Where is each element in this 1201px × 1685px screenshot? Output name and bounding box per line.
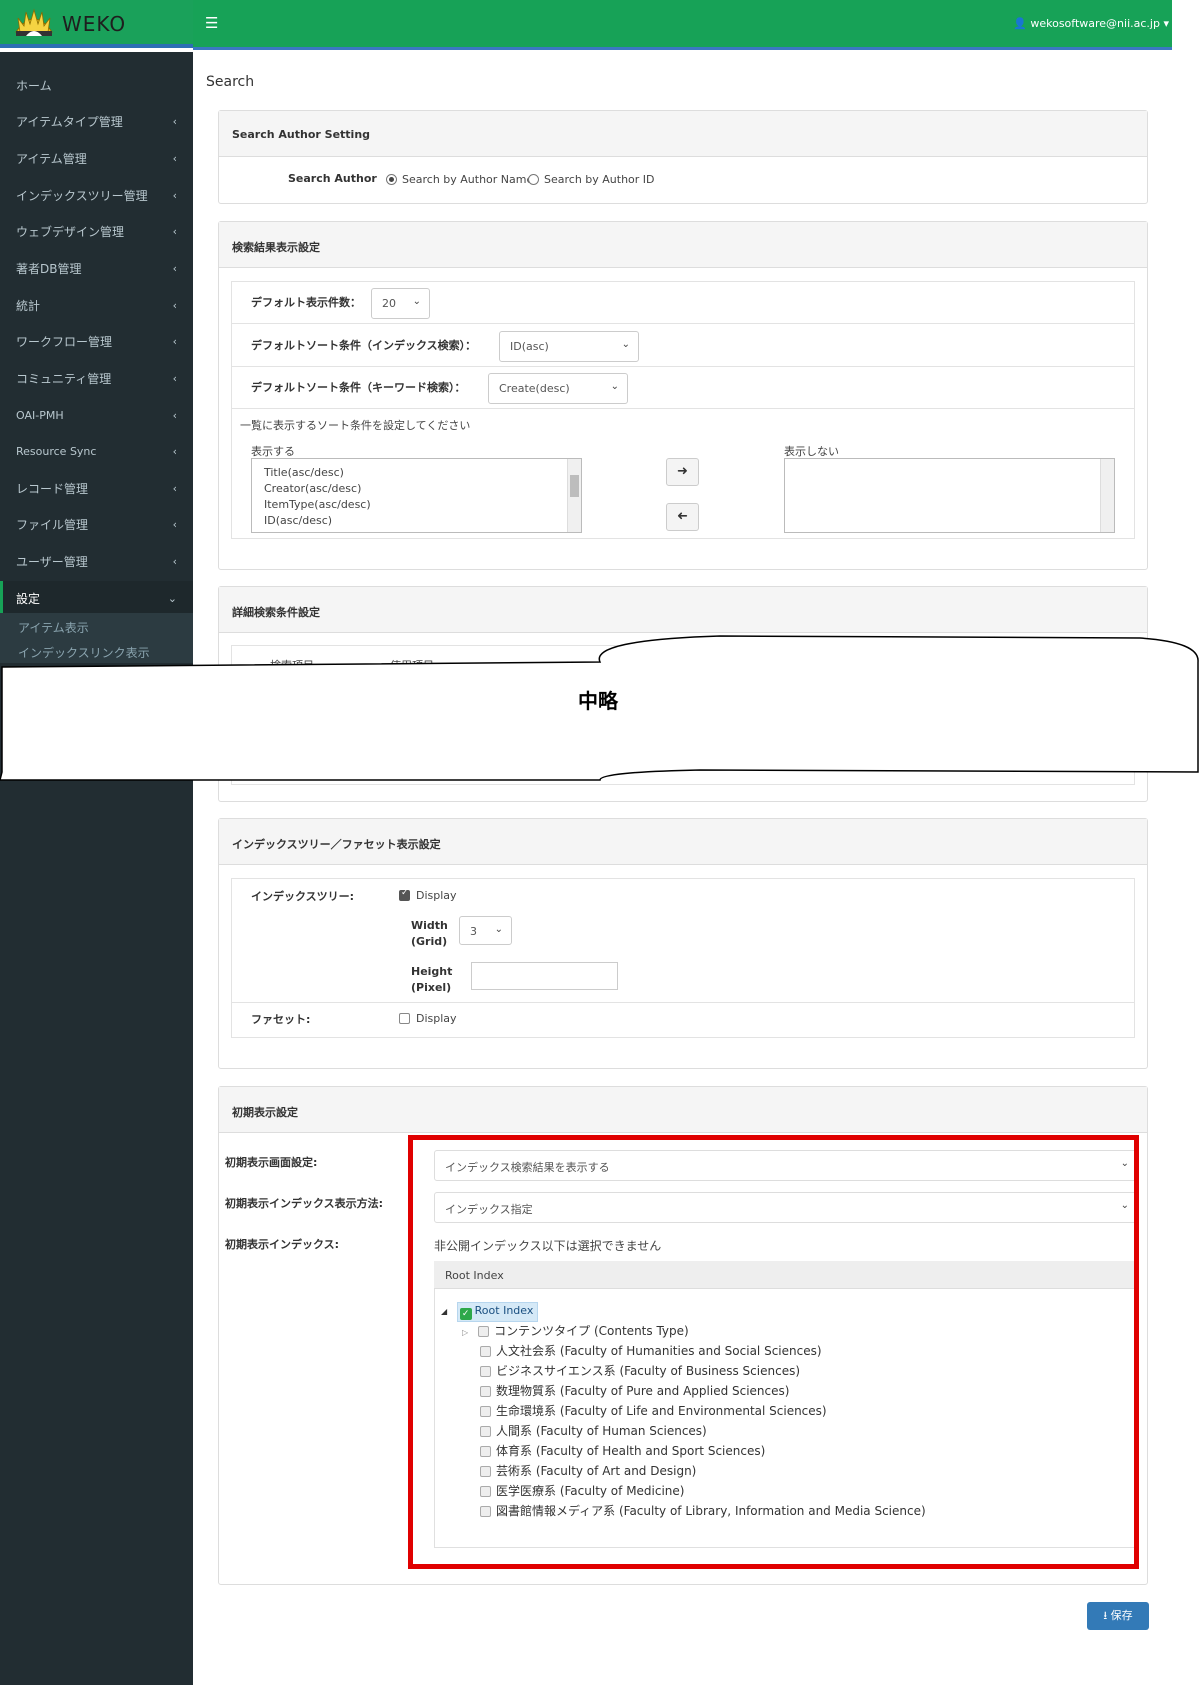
checkbox-checked-icon: [399, 888, 410, 901]
list-item[interactable]: Title(asc/desc): [252, 465, 581, 481]
divider: [231, 408, 1135, 409]
move-right-button[interactable]: ➜: [666, 458, 699, 486]
chevron-left-icon: ‹: [172, 445, 177, 458]
checkbox-empty-icon: [399, 1013, 410, 1024]
user-email: wekosoftware@nii.ac.jp: [1030, 17, 1160, 30]
arrow-left-icon: ➜: [677, 509, 688, 524]
panel-heading: インデックスツリー／ファセット表示設定: [219, 819, 1147, 865]
show-list-label: 表示する: [251, 445, 295, 458]
chevron-left-icon: ‹: [172, 115, 177, 128]
chevron-left-icon: ‹: [172, 225, 177, 238]
sidebar-item-authordb[interactable]: 著者DB管理 ‹: [0, 251, 193, 287]
screen-setting-label: 初期表示画面設定:: [225, 1156, 318, 1169]
list-item[interactable]: ID(asc/desc): [252, 513, 581, 529]
logo-text: WEKO: [62, 12, 127, 36]
list-item[interactable]: ItemType(asc/desc): [252, 497, 581, 513]
sidebar-item-users[interactable]: ユーザー管理 ‹: [0, 544, 193, 580]
sort-keyword-label: デフォルトソート条件（キーワード検索）：: [251, 381, 466, 394]
chevron-left-icon: ‹: [172, 189, 177, 202]
user-icon: 👤: [1013, 17, 1027, 30]
save-button[interactable]: ⭳ 保存: [1087, 1602, 1149, 1630]
chevron-down-icon: ⌄: [621, 339, 630, 350]
chevron-left-icon: ‹: [172, 518, 177, 531]
hamburger-menu-icon[interactable]: ☰: [205, 14, 218, 32]
sidebar-item-indextree[interactable]: インデックスツリー管理 ‹: [0, 178, 193, 214]
hide-sort-list[interactable]: [784, 458, 1115, 533]
sidebar-item-home[interactable]: ホーム: [0, 68, 193, 104]
divider: [231, 323, 1135, 324]
user-menu[interactable]: 👤 wekosoftware@nii.ac.jp ▾: [969, 17, 1169, 30]
sidebar-item-files[interactable]: ファイル管理 ‹: [0, 507, 193, 543]
sidebar-item-stats[interactable]: 統計 ‹: [0, 288, 193, 324]
radio-selected-icon: [386, 174, 397, 185]
sidebar-item-resourcesync[interactable]: Resource Sync ‹: [0, 434, 193, 470]
width-label: Width (Grid): [411, 919, 448, 948]
scrollbar[interactable]: [567, 459, 581, 532]
page-title: Search: [206, 74, 255, 90]
chevron-left-icon: ‹: [172, 482, 177, 495]
tree-facet-inner: [231, 878, 1135, 1038]
list-item[interactable]: Creator(asc/desc): [252, 481, 581, 497]
sidebar-item-items[interactable]: アイテム管理 ‹: [0, 141, 193, 177]
initial-index-label: 初期表示インデックス:: [225, 1238, 340, 1251]
panel-heading: 詳細検索条件設定: [219, 587, 1147, 633]
chevron-left-icon: ‹: [172, 152, 177, 165]
width-select[interactable]: 3 ⌄: [459, 916, 512, 945]
search-author-label: Search Author: [288, 172, 377, 185]
index-method-label: 初期表示インデックス表示方法:: [225, 1197, 384, 1210]
index-tree-label: インデックスツリー:: [251, 890, 355, 903]
highlight-box: [408, 1135, 1139, 1569]
sidebar-item-records[interactable]: レコード管理 ‹: [0, 471, 193, 507]
chevron-left-icon: ‹: [172, 262, 177, 275]
chevron-left-icon: ‹: [172, 335, 177, 348]
default-count-select[interactable]: 20 ⌄: [371, 288, 430, 319]
caret-down-icon: ▾: [1163, 17, 1169, 30]
scrollbar[interactable]: [1100, 459, 1114, 532]
sidebar-item-community[interactable]: コミュニティ管理 ‹: [0, 361, 193, 397]
radio-empty-icon: [528, 174, 539, 185]
chevron-down-icon: ⌄: [610, 381, 619, 392]
chevron-left-icon: ‹: [172, 299, 177, 312]
chevron-down-icon: ⌄: [167, 592, 177, 605]
radio-author-id[interactable]: Search by Author ID: [528, 173, 655, 186]
panel-heading: 検索結果表示設定: [219, 222, 1147, 268]
show-sort-list[interactable]: Title(asc/desc) Creator(asc/desc) ItemTy…: [251, 458, 582, 533]
sort-instruction: 一覧に表示するソート条件を設定してください: [240, 419, 471, 432]
radio-author-name[interactable]: Search by Author Name: [386, 173, 533, 186]
sort-index-select[interactable]: ID(asc) ⌄: [499, 331, 639, 362]
sidebar-item-settings[interactable]: 設定 ⌄: [0, 581, 193, 617]
move-left-button[interactable]: ➜: [666, 503, 699, 531]
sort-keyword-select[interactable]: Create(desc) ⌄: [488, 373, 628, 404]
sidebar-item-itemtype[interactable]: アイテムタイプ管理 ‹: [0, 104, 193, 140]
sidebar-item-oaipmh[interactable]: OAI-PMH ‹: [0, 398, 193, 434]
divider: [231, 366, 1135, 367]
download-icon: ⭳: [1103, 1609, 1108, 1622]
sidebar-item-webdesign[interactable]: ウェブデザイン管理 ‹: [0, 214, 193, 250]
panel-heading: Search Author Setting: [219, 111, 1147, 157]
index-tree-display-checkbox[interactable]: Display: [399, 888, 457, 902]
default-count-label: デフォルト表示件数：: [251, 296, 361, 309]
arrow-right-icon: ➜: [677, 464, 688, 479]
sidebar: ホーム アイテムタイプ管理 ‹ アイテム管理 ‹ インデックスツリー管理 ‹ ウェブデ…: [0, 52, 193, 1685]
height-label: Height (Pixel): [411, 965, 453, 994]
chevron-down-icon: ⌄: [412, 296, 421, 307]
height-input[interactable]: [471, 962, 618, 990]
omission-label: 中略: [578, 689, 618, 713]
author-setting-panel: Search Author Setting: [218, 110, 1148, 204]
chevron-down-icon: ⌄: [494, 924, 503, 935]
sidebar-item-workflow[interactable]: ワークフロー管理 ‹: [0, 324, 193, 360]
chevron-left-icon: ‹: [172, 372, 177, 385]
chevron-left-icon: ‹: [172, 409, 177, 422]
panel-heading: 初期表示設定: [219, 1087, 1147, 1133]
facet-label: ファセット:: [251, 1013, 311, 1026]
hide-list-label: 表示しない: [784, 445, 839, 458]
chevron-left-icon: ‹: [172, 555, 177, 568]
sort-index-label: デフォルトソート条件（インデックス検索）：: [251, 339, 477, 352]
logo-icon: [12, 8, 56, 43]
facet-display-checkbox[interactable]: Display: [399, 1012, 457, 1025]
divider: [231, 1002, 1135, 1003]
